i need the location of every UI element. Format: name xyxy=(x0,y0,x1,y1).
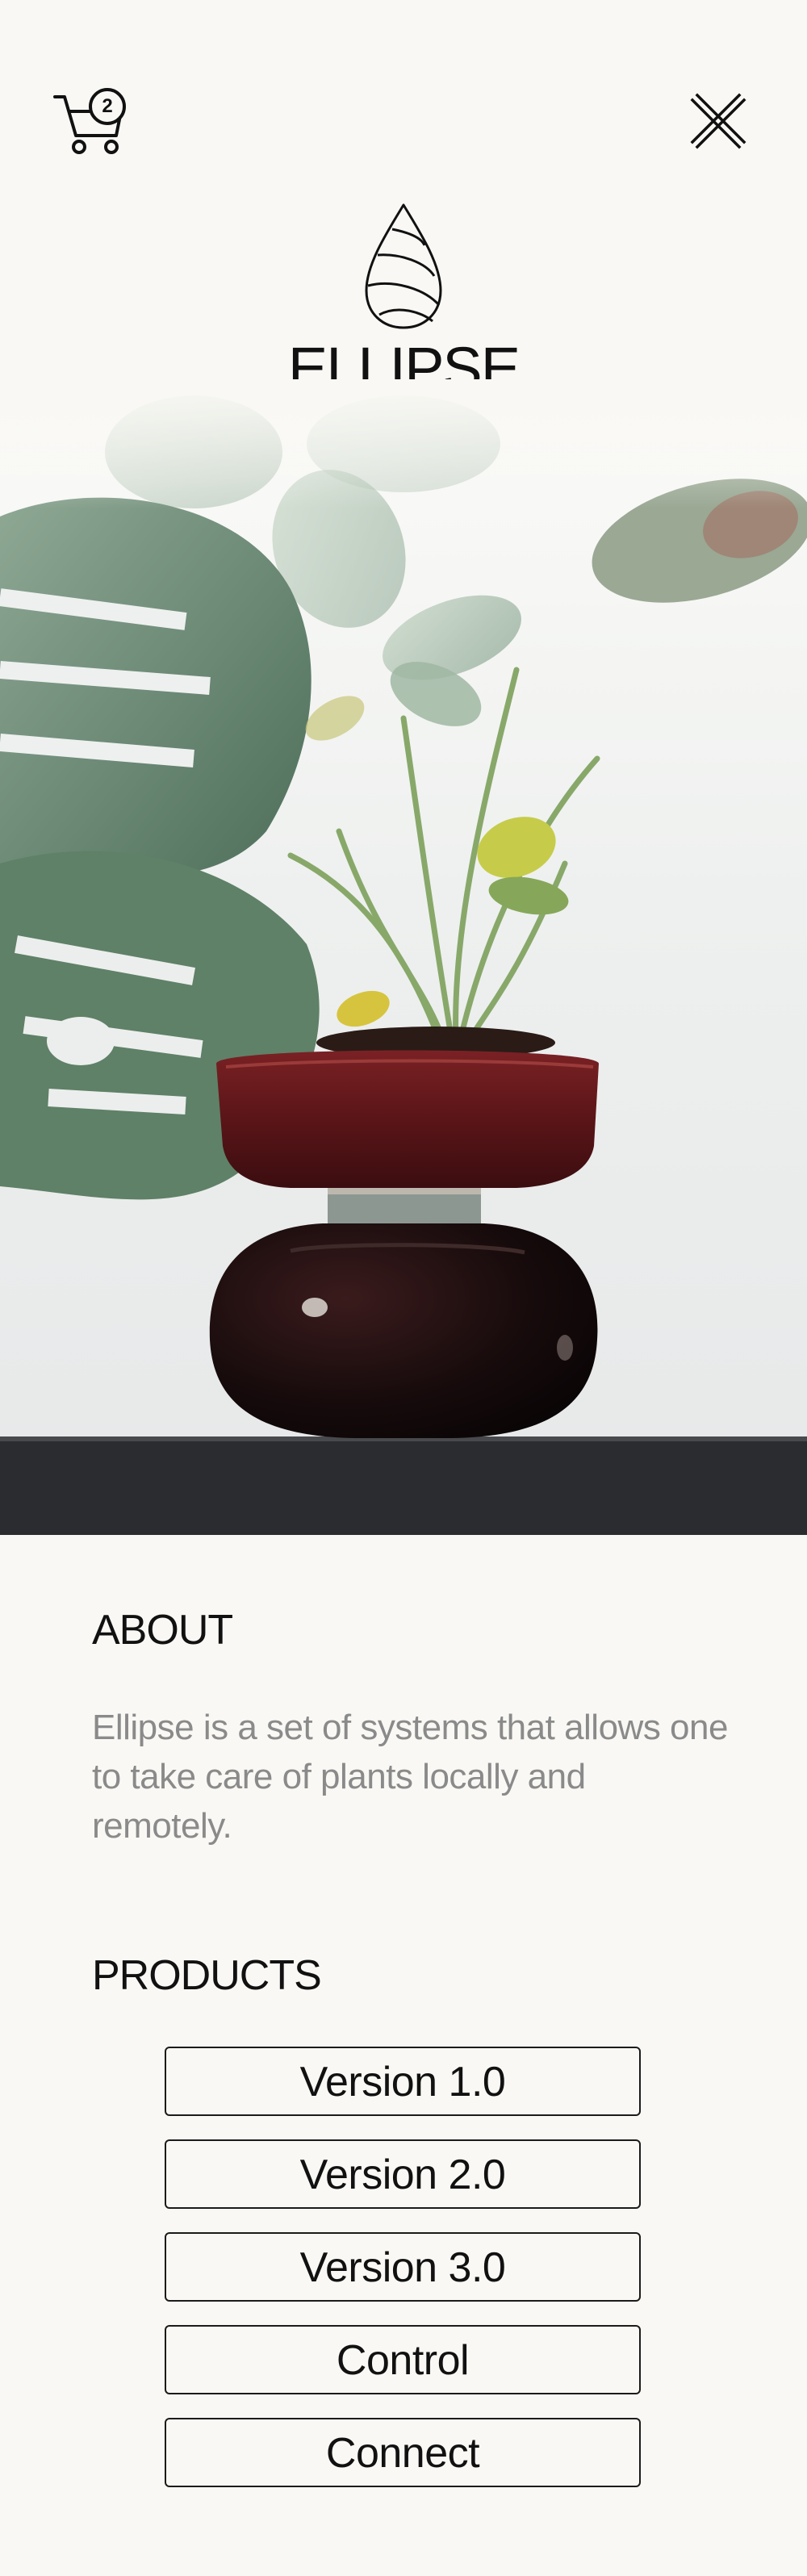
close-icon xyxy=(690,93,746,149)
about-description: Ellipse is a set of systems that allows … xyxy=(92,1708,728,1846)
product-button-version-1[interactable]: Version 1.0 xyxy=(165,2047,641,2116)
product-list: Version 1.0 Version 2.0 Version 3.0 Cont… xyxy=(165,2047,641,2511)
product-button-connect[interactable]: Connect xyxy=(165,2418,641,2487)
hero-plant-image xyxy=(0,379,807,1535)
product-button-control[interactable]: Control xyxy=(165,2325,641,2394)
about-title: ABOUT xyxy=(92,1607,233,1654)
top-bar: 2 xyxy=(0,0,807,161)
close-button[interactable] xyxy=(688,90,749,152)
product-button-version-2[interactable]: Version 2.0 xyxy=(165,2139,641,2209)
drop-logo-icon xyxy=(365,203,442,329)
product-button-version-3[interactable]: Version 3.0 xyxy=(165,2232,641,2302)
cart-count-badge: 2 xyxy=(102,95,113,117)
products-title: PRODUCTS xyxy=(92,1952,322,1999)
